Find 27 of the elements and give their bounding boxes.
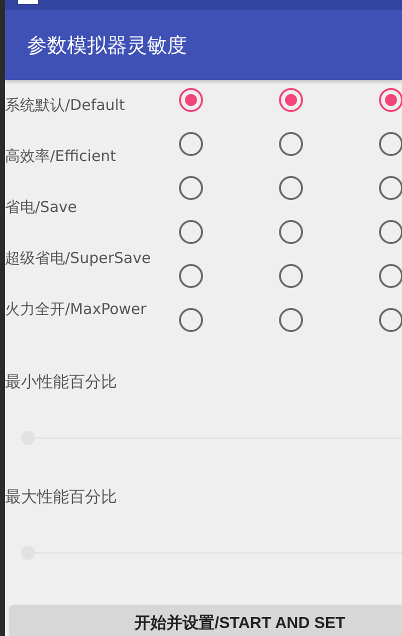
mode-label: 超级省电/SuperSave	[5, 249, 151, 268]
slider-label: 最大性能百分比	[5, 486, 117, 508]
radio-button[interactable]	[279, 220, 303, 244]
radio-button[interactable]	[379, 88, 402, 112]
app-title: 参数模拟器灵敏度	[27, 32, 187, 58]
radio-button[interactable]	[179, 264, 203, 288]
radio-button[interactable]	[179, 176, 203, 200]
radio-button[interactable]	[279, 132, 303, 156]
radio-button[interactable]	[379, 264, 402, 288]
radio-button[interactable]	[379, 308, 402, 332]
mode-label: 高效率/Efficient	[5, 147, 116, 166]
radio-button[interactable]	[279, 176, 303, 200]
radio-button[interactable]	[179, 220, 203, 244]
radio-button[interactable]	[379, 132, 402, 156]
mode-label: 系统默认/Default	[5, 96, 125, 115]
radio-button[interactable]	[279, 264, 303, 288]
radio-button[interactable]	[279, 88, 303, 112]
radio-button[interactable]	[179, 88, 203, 112]
radio-button[interactable]	[379, 176, 402, 200]
radio-button[interactable]	[179, 308, 203, 332]
radio-button[interactable]	[379, 220, 402, 244]
mode-label: 省电/Save	[5, 198, 77, 217]
slider-label: 最小性能百分比	[5, 371, 117, 393]
mode-label: 火力全开/MaxPower	[5, 300, 146, 319]
radio-button[interactable]	[179, 132, 203, 156]
radio-button[interactable]	[279, 308, 303, 332]
start-button[interactable]: 开始并设置/START AND SET	[10, 605, 402, 636]
